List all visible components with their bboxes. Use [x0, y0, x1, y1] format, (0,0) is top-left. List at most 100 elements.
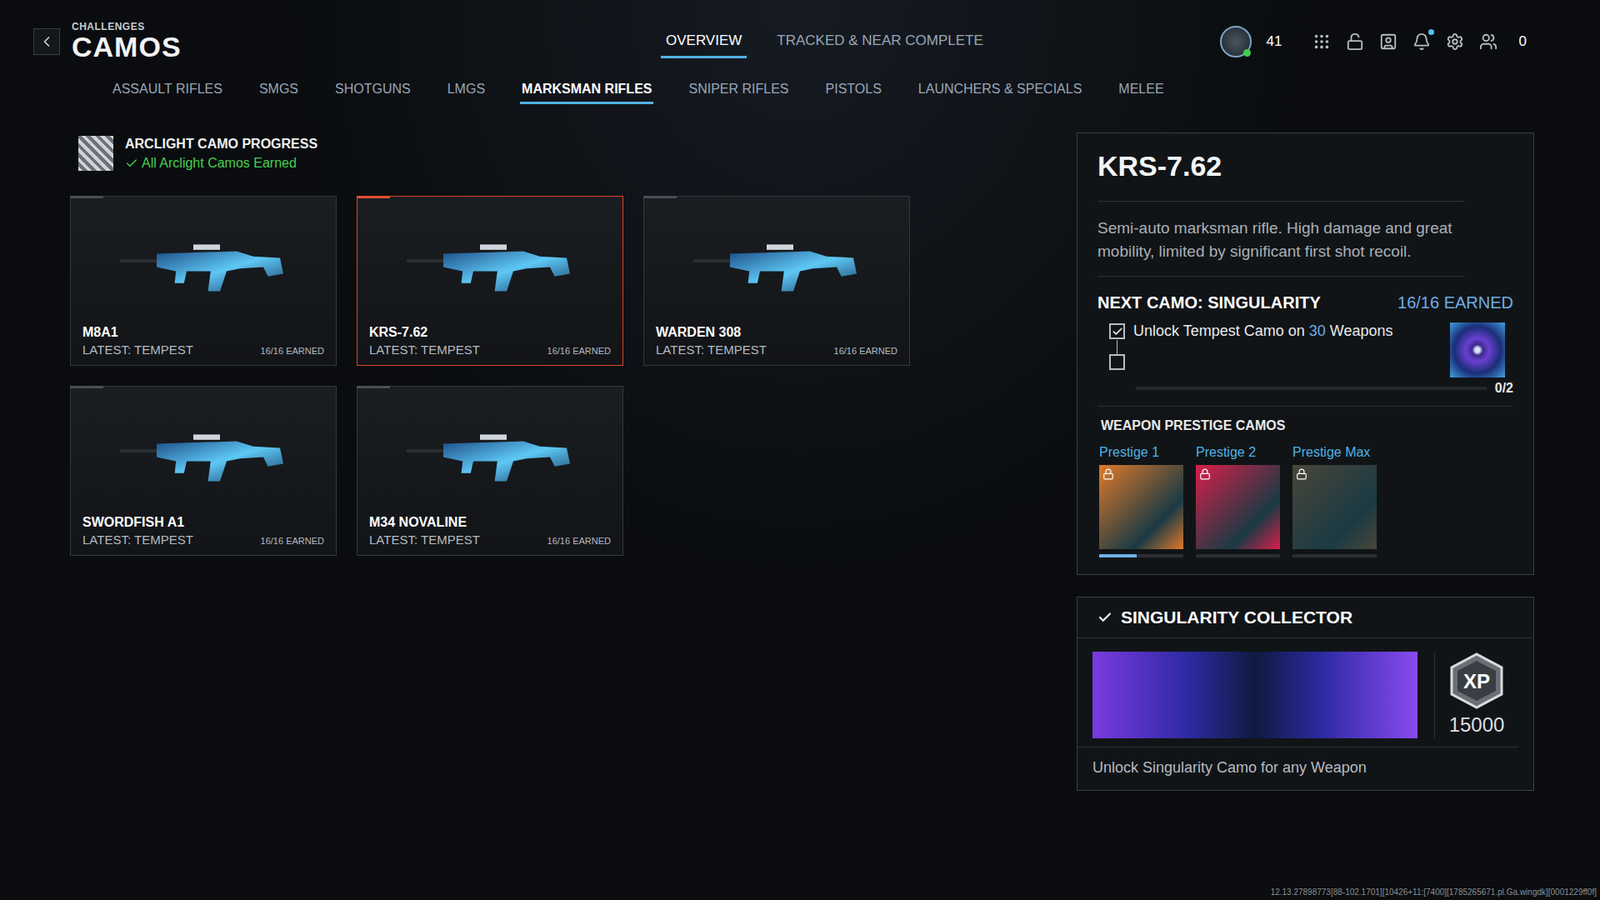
- task-row: Unlock Tempest Camo on 30 Weapons: [1109, 322, 1394, 340]
- weapon-earned: 16/16 EARNED: [834, 345, 898, 356]
- xp-reward: XP 15000: [1434, 651, 1519, 739]
- party-button[interactable]: [1479, 32, 1498, 51]
- collector-banner: [1092, 651, 1418, 739]
- check-icon: [1111, 325, 1124, 338]
- category-tab[interactable]: SHOTGUNS: [333, 76, 413, 105]
- task-list: Unlock Tempest Camo on 30 Weapons: [1109, 322, 1394, 378]
- weapon-name: SWORDFISH A1: [82, 515, 325, 530]
- title-block: CHALLENGESCAMOS: [71, 20, 182, 63]
- prestige-label: Prestige 1: [1099, 445, 1184, 460]
- collector-title: SINGULARITY COLLECTOR: [1120, 607, 1353, 628]
- task-connector: [1116, 340, 1118, 355]
- next-camo-earned: 16/16 EARNED: [1397, 293, 1514, 313]
- weapon-icon: [406, 422, 574, 490]
- header: CHALLENGESCAMOS OVERVIEW TRACKED & NEAR CO…: [0, 0, 1600, 65]
- prestige-item[interactable]: Prestige Max: [1292, 445, 1377, 558]
- weapon-latest: LATEST: TEMPEST: [369, 532, 480, 547]
- profile-button[interactable]: [1379, 32, 1398, 51]
- task-progress-text: 0/2: [1495, 380, 1514, 396]
- weapon-name: KRS-7.62: [369, 325, 611, 340]
- notification-dot: [1428, 29, 1435, 35]
- lock-open-icon: [1345, 32, 1365, 51]
- arclight-icon: [78, 135, 114, 171]
- weapon-latest: LATEST: TEMPEST: [655, 342, 767, 357]
- prestige-label: Prestige 2: [1195, 445, 1280, 460]
- category-tab[interactable]: SNIPER RIFLES: [686, 76, 790, 105]
- nav-tab[interactable]: TRACKED & NEAR COMPLETE: [771, 25, 989, 59]
- prestige-title: WEAPON PRESTIGE CAMOS: [1097, 406, 1514, 445]
- card-indicator: [70, 195, 104, 199]
- task-progress-track: [1135, 386, 1487, 390]
- category-tab[interactable]: PISTOLS: [824, 76, 884, 105]
- detail-name: KRS-7.62: [1097, 150, 1514, 201]
- online-dot: [1243, 49, 1251, 57]
- weapon-card[interactable]: M8A1LATEST: TEMPEST16/16 EARNED: [70, 195, 337, 366]
- level: 41: [1266, 33, 1283, 50]
- prestige-progress: [1099, 554, 1184, 558]
- task-checkbox[interactable]: [1109, 323, 1125, 340]
- task-checkbox[interactable]: [1109, 354, 1125, 370]
- rank-icon[interactable]: [1220, 25, 1252, 58]
- detail-description: Semi-auto marksman rifle. High damage an…: [1097, 200, 1465, 277]
- weapon-earned: 16/16 EARNED: [260, 535, 325, 546]
- party-count: 0: [1519, 33, 1527, 50]
- back-button[interactable]: [33, 28, 60, 55]
- unlocks-button[interactable]: [1345, 32, 1365, 51]
- xp-badge-icon: XP: [1446, 651, 1507, 710]
- lock-icon: [1199, 468, 1211, 480]
- prestige-item[interactable]: Prestige 1: [1099, 445, 1184, 558]
- prestige-list: Prestige 1 Prestige 2 Prestige Max: [1097, 445, 1514, 558]
- notifications-button[interactable]: [1412, 32, 1431, 51]
- lock-icon: [1102, 468, 1115, 480]
- collector-description: Unlock Singularity Camo for any Weapon: [1077, 746, 1519, 790]
- weapon-card[interactable]: SWORDFISH A1 LATEST: TEMPEST 16/16 EARNED: [70, 385, 337, 556]
- progress-title: ARCLIGHT CAMO PROGRESS: [125, 136, 318, 152]
- category-tab[interactable]: SMGS: [257, 76, 300, 105]
- weapon-detail-panel: KRS-7.62Semi-auto marksman rifle. High d…: [1076, 132, 1535, 575]
- main: ARCLIGHT CAMO PROGRESS All Arclight Camos…: [0, 104, 1600, 791]
- next-camo-title: NEXT CAMO: SINGULARITY: [1097, 293, 1321, 313]
- nav-tabs: OVERVIEW TRACKED & NEAR COMPLETE: [660, 25, 1220, 59]
- category-tab[interactable]: ASSAULT RIFLES: [110, 76, 225, 105]
- top-bar: 41 0: [1220, 25, 1527, 58]
- singularity-thumb: [1450, 322, 1505, 378]
- collector-panel: SINGULARITY COLLECTOR XP 15000 Unlock Singu…: [1076, 596, 1535, 791]
- task-row: [1109, 353, 1394, 370]
- category-tab[interactable]: MARKSMAN RIFLES: [520, 76, 654, 105]
- category-tabs: ASSAULT RIFLES SMGS SHOTGUNS LMGS MARKSMAN R…: [0, 65, 1600, 105]
- progress-status: All Arclight Camos Earned: [125, 155, 318, 171]
- prestige-progress: [1292, 554, 1377, 558]
- weapon-card[interactable]: WARDEN 308 LATEST: TEMPEST 16/16 EARNED: [643, 195, 910, 366]
- version-string: 12.13.27898773[88-102.1701][10426+11:[74…: [0, 887, 1600, 900]
- category-tab[interactable]: LMGS: [445, 76, 487, 105]
- menu-button[interactable]: [1312, 32, 1331, 51]
- weapon-column: ARCLIGHT CAMO PROGRESS All Arclight Camos…: [70, 132, 910, 791]
- weapon-earned: 16/16 EARNED: [547, 345, 611, 356]
- eyebrow: CHALLENGES: [71, 20, 182, 33]
- bell-icon: [1412, 32, 1431, 51]
- weapon-latest: LATEST: TEMPEST: [82, 532, 194, 547]
- weapon-icon: [120, 422, 287, 490]
- card-indicator: [643, 195, 677, 199]
- prestige-item[interactable]: Prestige 2: [1195, 445, 1280, 558]
- weapon-name: WARDEN 308: [655, 325, 898, 340]
- xp-value: 15000: [1449, 713, 1505, 737]
- check-icon: [1097, 610, 1113, 625]
- card-indicator: [356, 195, 390, 199]
- settings-button[interactable]: [1445, 32, 1465, 51]
- weapon-card[interactable]: M34 NOVALINELATEST: TEMPEST16/16 EARNED: [356, 385, 624, 556]
- lock-icon: [1295, 468, 1308, 480]
- category-tab[interactable]: MELEE: [1116, 76, 1165, 105]
- page-title: CAMOS: [71, 32, 182, 63]
- category-tab[interactable]: LAUNCHERS & SPECIALS: [916, 76, 1085, 105]
- detail-column: KRS-7.62Semi-auto marksman rifle. High d…: [1076, 132, 1535, 791]
- weapon-icon: [120, 232, 287, 300]
- card-indicator: [70, 385, 104, 389]
- camos-page: CHALLENGESCAMOS OVERVIEW TRACKED & NEAR CO…: [0, 0, 1600, 900]
- prestige-progress: [1195, 554, 1280, 558]
- weapon-card[interactable]: KRS-7.62LATEST: TEMPEST16/16 EARNED: [356, 195, 624, 366]
- weapon-grid: M8A1LATEST: TEMPEST16/16 EARNEDKRS-7.62L…: [70, 195, 910, 556]
- prestige-camo: [1099, 465, 1184, 550]
- weapon-earned: 16/16 EARNED: [260, 345, 325, 356]
- nav-tab[interactable]: OVERVIEW: [660, 25, 747, 59]
